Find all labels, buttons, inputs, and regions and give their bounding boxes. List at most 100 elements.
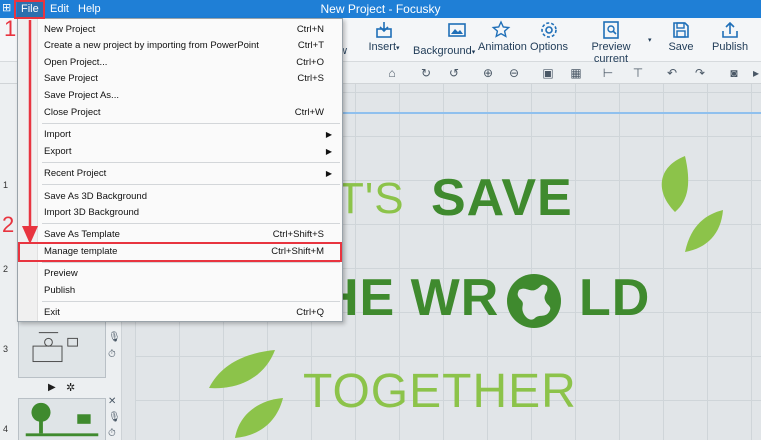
leaves-icon-top	[661, 156, 723, 252]
menu-import-label: Import	[44, 129, 71, 140]
menu-separator	[42, 301, 340, 302]
menu-close-project[interactable]: Close Project Ctrl+W	[44, 105, 336, 121]
menu-recent-project-label: Recent Project	[44, 168, 107, 179]
animation-button[interactable]: Animation	[478, 20, 527, 53]
background-label-wrap: Background▾	[413, 45, 475, 57]
play-icon[interactable]: ▶	[48, 382, 56, 393]
menu-import[interactable]: Import ▶	[44, 127, 336, 143]
gear-icon	[539, 20, 559, 40]
timer-icon-4[interactable]: ⏱	[108, 428, 118, 439]
menu-publish-label: Publish	[44, 285, 76, 296]
menu-recent-project[interactable]: Recent Project ▶	[44, 166, 336, 182]
lock-icon[interactable]: ▣	[540, 65, 556, 81]
insert-label: Insert	[368, 41, 396, 53]
preview-dropdown-caret-icon[interactable]: ▾	[648, 36, 652, 44]
menu-separator	[42, 262, 340, 263]
insert-button[interactable]: Insert▾	[366, 20, 402, 53]
save-label: Save	[668, 41, 694, 53]
slogan-line1-bold: SAVE	[431, 169, 573, 227]
menu-import-3d-background[interactable]: Import 3D Background	[44, 205, 336, 221]
menu-close-project-label: Close Project	[44, 107, 101, 118]
home-icon[interactable]: ⌂	[384, 65, 400, 81]
slide-number-3: 3	[3, 344, 9, 354]
animation-label: Animation	[478, 41, 527, 53]
preview-current-button[interactable]: Preview current	[576, 20, 646, 65]
slide-4-tree-icon	[25, 402, 99, 437]
preview-icon	[601, 20, 621, 40]
save-button[interactable]: Save	[666, 20, 696, 53]
slide-number-4: 4	[3, 424, 9, 434]
rotate-right-icon[interactable]: ↻	[418, 65, 434, 81]
publish-upload-icon	[720, 20, 740, 40]
close-icon-4[interactable]: ✕	[108, 396, 118, 407]
menu-import-powerpoint-label: Create a new project by importing from P…	[44, 40, 259, 51]
rotate-left-icon[interactable]: ↺	[446, 65, 462, 81]
menu-preview-label: Preview	[44, 268, 78, 279]
menu-save-project-label: Save Project	[44, 73, 98, 84]
gear-icon[interactable]: ✲	[66, 381, 75, 394]
undo-icon[interactable]: ↶	[664, 65, 680, 81]
submenu-arrow-icon: ▶	[325, 169, 332, 178]
zoom-in-icon[interactable]: ⊕	[480, 65, 496, 81]
menu-save-as-template-label: Save As Template	[44, 229, 120, 240]
audio-mic-icon-4[interactable]: 🎙	[108, 412, 121, 423]
publish-button[interactable]: Publish	[712, 20, 748, 53]
menu-exit-label: Exit	[44, 307, 60, 318]
camera-icon[interactable]: ◙	[726, 65, 742, 81]
dropdown-caret-icon: ▾	[396, 45, 400, 52]
background-label: Background	[413, 45, 472, 57]
menu-separator	[42, 162, 340, 163]
menu-import-3d-background-label: Import 3D Background	[44, 207, 140, 218]
dropdown-caret-icon: ▾	[471, 49, 476, 56]
options-button[interactable]: Options	[530, 20, 568, 53]
submenu-arrow-icon: ▶	[325, 130, 332, 139]
grid-icon[interactable]: ▦	[568, 65, 584, 81]
background-button[interactable]	[440, 20, 474, 41]
menu-save-project-shortcut: Ctrl+S	[297, 73, 324, 84]
menu-separator	[42, 184, 340, 185]
menu-export[interactable]: Export ▶	[44, 144, 336, 160]
menu-save-project-as[interactable]: Save Project As...	[44, 88, 336, 104]
window-title: New Project - Focusky	[320, 2, 441, 16]
slogan-line2-left: HE WR	[321, 269, 500, 327]
highlight-file-menu	[14, 0, 45, 19]
menu-export-label: Export	[44, 146, 72, 157]
slide-thumbnail-4[interactable]	[18, 398, 106, 440]
menu-close-project-shortcut: Ctrl+W	[294, 107, 324, 118]
slide-3-preview-icon	[32, 332, 78, 363]
file-menu-dropdown: New Project Ctrl+N Create a new project b…	[17, 18, 343, 322]
slogan-line3: TOGETHER	[303, 365, 577, 418]
menu-preview[interactable]: Preview	[44, 266, 336, 282]
menu-save-3d-background[interactable]: Save As 3D Background	[44, 189, 336, 205]
menu-open-project-label: Open Project...	[44, 57, 108, 68]
menu-publish[interactable]: Publish	[44, 283, 336, 299]
menu-save-as-template[interactable]: Save As Template Ctrl+Shift+S	[44, 227, 336, 243]
menu-exit[interactable]: Exit Ctrl+Q	[44, 305, 336, 321]
red-arrow-icon	[22, 20, 38, 244]
options-label: Options	[530, 41, 568, 53]
menu-save-project-as-label: Save Project As...	[44, 90, 119, 101]
align-left-icon[interactable]: ⊢	[600, 65, 616, 81]
zoom-out-icon[interactable]: ⊖	[506, 65, 522, 81]
slogan-line1-light: T'S	[337, 174, 405, 223]
menu-import-powerpoint[interactable]: Create a new project by importing from P…	[44, 38, 336, 54]
menu-open-project-shortcut: Ctrl+O	[296, 57, 324, 68]
align-top-icon[interactable]: ⊤	[630, 65, 646, 81]
background-icon	[447, 20, 467, 40]
slide-thumbnail-3[interactable]	[18, 320, 106, 378]
menu-new-project[interactable]: New Project Ctrl+N	[44, 22, 336, 38]
slide-number-2: 2	[3, 264, 9, 274]
menu-new-project-label: New Project	[44, 24, 96, 35]
publish-label: Publish	[712, 41, 749, 53]
menu-open-project[interactable]: Open Project... Ctrl+O	[44, 55, 336, 71]
audio-mic-icon-3[interactable]: 🎙	[108, 332, 121, 343]
timer-icon-3[interactable]: ⏱	[108, 349, 118, 360]
globe-icon	[507, 274, 561, 328]
save-disk-icon	[671, 20, 691, 40]
redo-icon[interactable]: ↷	[692, 65, 708, 81]
menu-new-project-shortcut: Ctrl+N	[296, 24, 324, 35]
more-icon[interactable]: ▸	[748, 65, 761, 81]
menu-separator	[42, 223, 340, 224]
title-bar: ⊞ File Edit Help New Project - Focusky	[0, 0, 761, 18]
menu-save-project[interactable]: Save Project Ctrl+S	[44, 71, 336, 87]
